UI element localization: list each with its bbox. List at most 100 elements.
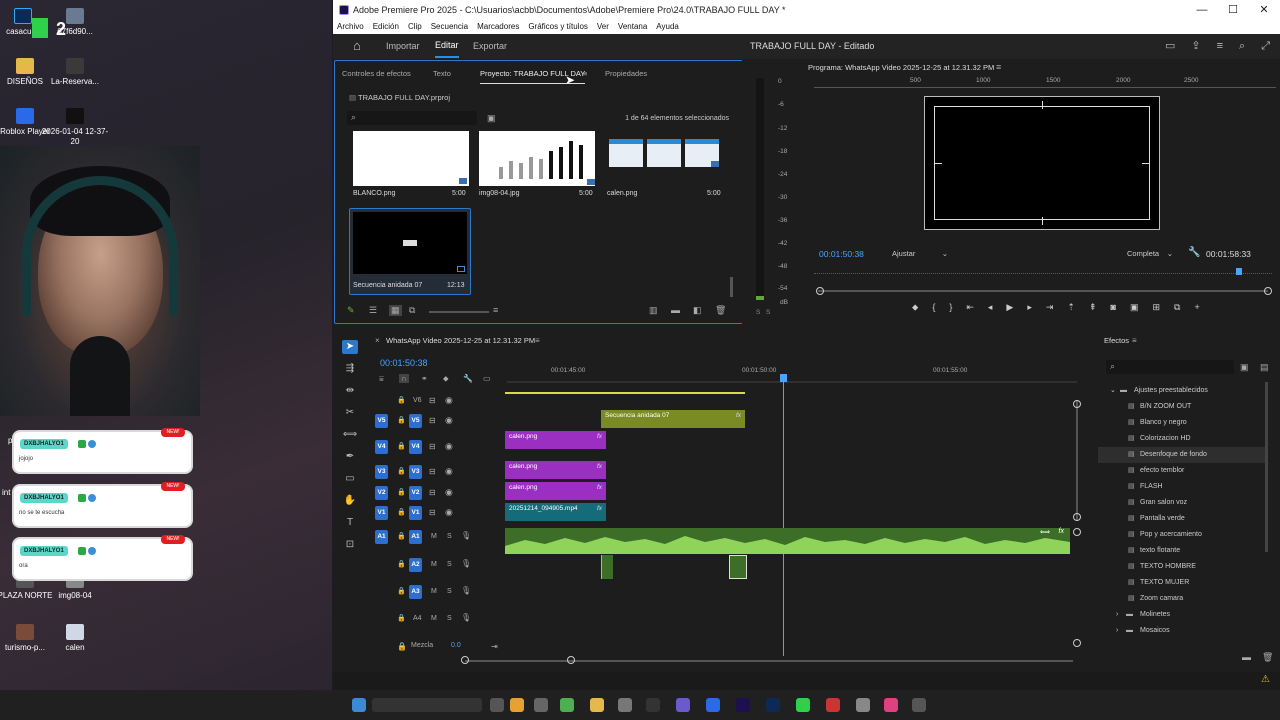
tab-effect-controls[interactable]: Controles de efectos <box>342 65 411 83</box>
automate-icon[interactable]: ▥ <box>649 305 658 316</box>
new-preset-icon[interactable]: ▣ <box>1240 362 1249 373</box>
taskbar-app-icon[interactable] <box>560 698 574 712</box>
menu-secuencia[interactable]: Secuencia <box>431 20 468 34</box>
sync-lock-icon[interactable]: ⊟ <box>429 467 436 476</box>
taskbar-app-icon[interactable] <box>736 698 750 712</box>
add-button-icon[interactable]: + <box>1194 302 1199 316</box>
desktop-icon[interactable]: calen <box>40 624 110 653</box>
track-target[interactable]: A1 <box>409 530 422 544</box>
lock-icon[interactable]: 🔒 <box>397 416 406 424</box>
panel-menu-icon[interactable]: ≡ <box>1217 34 1223 59</box>
track-target[interactable]: V5 <box>409 414 422 428</box>
eye-icon[interactable]: ◉ <box>445 466 453 477</box>
menu-ver[interactable]: Ver <box>597 20 609 34</box>
effects-search-input[interactable]: ⌕ <box>1106 360 1234 374</box>
sort-icon[interactable]: ≡ <box>493 305 498 315</box>
solo-button[interactable]: S <box>447 561 452 568</box>
track-target[interactable]: A3 <box>409 585 422 599</box>
scroll-handle[interactable] <box>1073 513 1081 521</box>
go-to-out-icon[interactable]: ⇥ <box>1046 302 1054 316</box>
mix-end-icon[interactable]: ⇥ <box>491 642 498 651</box>
safe-margins-icon[interactable]: ⊞ <box>1152 302 1160 316</box>
solo-button[interactable]: S <box>447 615 452 622</box>
mute-button[interactable]: M <box>431 615 437 622</box>
taskbar-app-icon[interactable] <box>510 698 524 712</box>
panel-menu-icon[interactable]: ≡ <box>996 62 1001 72</box>
mark-out-icon[interactable]: } <box>949 302 952 316</box>
freeform-view-icon[interactable]: ⧉ <box>409 305 415 316</box>
hand-icon[interactable]: ✋ <box>342 494 358 508</box>
clip-video-v1[interactable]: 20251214_094905.mp4 fx <box>505 503 606 521</box>
lock-icon[interactable]: 🔒 <box>397 396 406 404</box>
linked-selection-icon[interactable]: ⚭ <box>421 374 428 383</box>
ripple-edit-icon[interactable]: ⇹ <box>342 384 358 398</box>
selection-tool-icon[interactable]: ➤ <box>342 340 358 354</box>
desktop-icon[interactable]: 2026-01-04 12-37-20 <box>40 108 110 147</box>
program-timecode[interactable]: 00:01:50:38 <box>819 249 864 259</box>
step-back-icon[interactable]: ◂ <box>988 302 993 316</box>
taskbar-app-icon[interactable] <box>618 698 632 712</box>
type-icon[interactable]: T <box>342 516 358 530</box>
search-taskbar[interactable] <box>372 698 482 712</box>
zoom-scrollbar[interactable] <box>818 290 1268 292</box>
source-patch[interactable]: V1 <box>375 506 388 520</box>
work-area-bar[interactable] <box>505 392 745 394</box>
menu-archivo[interactable]: Archivo <box>337 20 364 34</box>
effect-preset-item[interactable]: ▤ Blanco y negro <box>1098 415 1268 431</box>
source-patch[interactable]: V4 <box>375 440 388 454</box>
panel-menu-icon[interactable]: ≡ <box>535 336 540 345</box>
vr-icon[interactable]: ⧉ <box>1174 302 1180 316</box>
tab-importar[interactable]: Importar <box>386 34 420 59</box>
lock-icon[interactable]: 🔒 <box>397 614 406 622</box>
panel-menu-icon[interactable]: ≡ <box>583 65 587 83</box>
clip-calen-v3[interactable]: calen.png fx <box>505 461 606 479</box>
menu-graficos[interactable]: Gráficos y títulos <box>528 20 588 34</box>
eye-icon[interactable]: ◉ <box>445 507 453 518</box>
trash-icon[interactable]: 🗑 <box>715 305 726 316</box>
taskbar-app-icon[interactable] <box>676 698 690 712</box>
sync-lock-icon[interactable]: ⊟ <box>429 442 436 451</box>
keyframe-icon[interactable]: ⟺ <box>1040 528 1050 536</box>
menu-ayuda[interactable]: Ayuda <box>656 20 679 34</box>
slip-icon[interactable]: ⟺ <box>342 428 358 442</box>
extract-icon[interactable]: ⇞ <box>1089 302 1097 316</box>
source-patch[interactable]: V2 <box>375 486 388 500</box>
marker-icon[interactable]: ⬥ <box>912 302 918 316</box>
eye-icon[interactable]: ◉ <box>445 415 453 426</box>
play-icon[interactable]: ▶ <box>1006 302 1013 316</box>
caption-icon[interactable]: ⊡ <box>342 538 358 552</box>
meter-solo-label[interactable]: S <box>766 309 771 316</box>
mute-button[interactable]: M <box>431 588 437 595</box>
effect-preset-item[interactable]: ▤ Colorizacion HD <box>1098 431 1268 447</box>
program-video-frame[interactable] <box>924 96 1160 230</box>
folder-icon[interactable]: ▬ <box>1242 652 1251 662</box>
razor-icon[interactable]: ✂ <box>342 406 358 420</box>
panel-menu-icon[interactable]: ≡ <box>1132 336 1137 345</box>
list-view-icon[interactable]: ☰ <box>369 305 377 316</box>
mic-icon[interactable]: 🎙 <box>461 586 471 595</box>
lock-icon[interactable]: 🔒 <box>397 642 407 651</box>
taskbar-app-icon[interactable] <box>912 698 926 712</box>
eye-icon[interactable]: ◉ <box>445 487 453 498</box>
maximize-button[interactable]: ☐ <box>1218 0 1248 20</box>
quick-search-icon[interactable]: ⌕ <box>1239 34 1245 59</box>
effects-folder-presets[interactable]: ⌄ ▬ Ajustes preestablecidos <box>1098 383 1268 399</box>
mute-button[interactable]: M <box>431 533 437 540</box>
taskbar-app-icon[interactable] <box>706 698 720 712</box>
new-item-icon[interactable]: ◧ <box>693 305 702 316</box>
snap-icon[interactable]: ∩ <box>399 374 409 383</box>
captions-icon[interactable]: ▭ <box>483 374 491 383</box>
menu-clip[interactable]: Clip <box>408 20 422 34</box>
effect-preset-item[interactable]: ▤ efecto temblor <box>1098 463 1268 479</box>
effects-folder-mosaicos[interactable]: › ▬ Mosaicos <box>1098 623 1268 639</box>
effect-preset-item[interactable]: ▤ Desenfoque de fondo <box>1098 447 1268 463</box>
scroll-handle[interactable] <box>1073 400 1081 408</box>
settings-wrench-icon[interactable]: 🔧 <box>463 374 473 383</box>
project-search-input[interactable]: ⌕ <box>347 111 477 125</box>
solo-button[interactable]: S <box>447 533 452 540</box>
home-icon[interactable]: ⌂ <box>353 39 361 53</box>
icon-view-icon[interactable]: ▦ <box>389 305 402 316</box>
tab-properties[interactable]: Propiedades <box>605 65 647 83</box>
mark-in-icon[interactable]: { <box>932 302 935 316</box>
thumb-blanco[interactable] <box>353 131 469 186</box>
